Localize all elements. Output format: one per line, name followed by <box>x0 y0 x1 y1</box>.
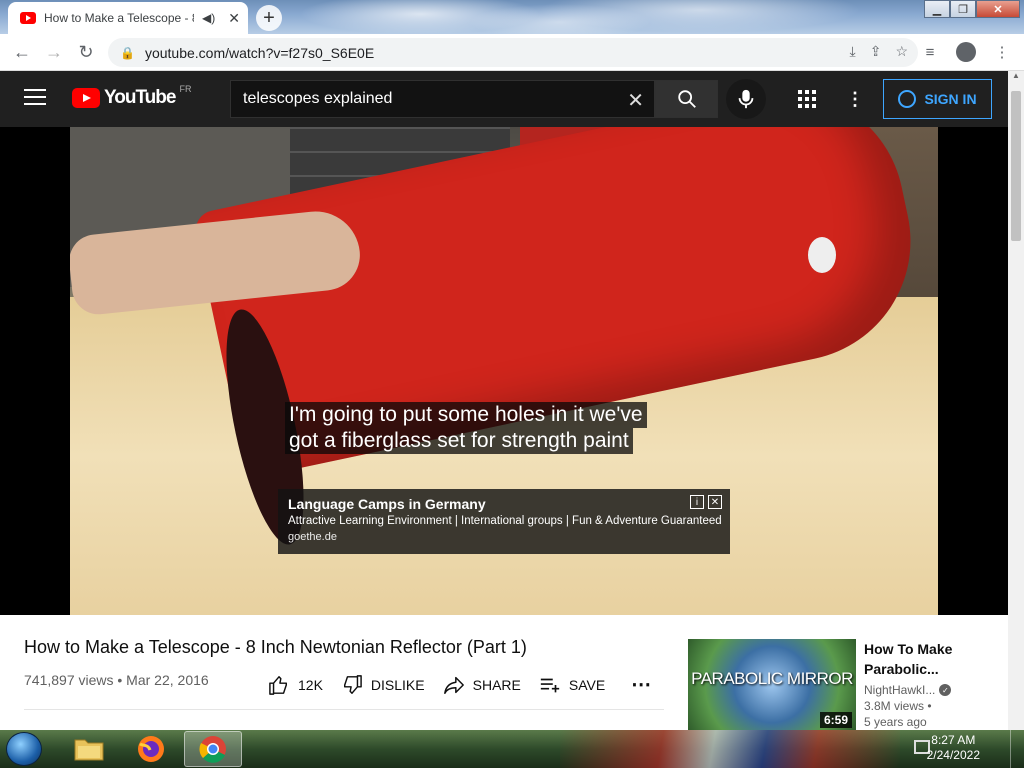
maximize-button[interactable]: ❐ <box>950 0 976 18</box>
start-button[interactable] <box>6 732 42 766</box>
chrome-icon <box>199 736 226 763</box>
dislike-button[interactable]: DISLIKE <box>341 674 425 695</box>
recommended-channel[interactable]: NightHawkI... <box>864 683 935 697</box>
video-scene-tube-hole <box>808 237 836 273</box>
recommended-age: 5 years ago <box>864 715 927 729</box>
clock-time: 8:27 AM <box>931 733 976 747</box>
page-scrollbar[interactable]: ▲ <box>1008 71 1024 730</box>
share-icon[interactable]: ⇪ <box>870 43 882 60</box>
like-button[interactable]: 12K <box>268 675 323 695</box>
country-code: FR <box>179 84 192 94</box>
tab-audio-icon[interactable]: ◀) <box>202 11 215 25</box>
verified-badge-icon: ✓ <box>939 684 952 696</box>
thumbs-up-icon <box>269 675 287 695</box>
sign-in-label: SIGN IN <box>924 91 977 107</box>
more-actions-icon[interactable]: ⋯ <box>631 672 651 697</box>
browser-toolbar: ← → ↻ 🔒 youtube.com/watch?v=f27s0_S6E0E … <box>0 34 1024 71</box>
media-control-icon[interactable]: ≡ <box>916 38 944 66</box>
recommended-views: 3.8M views • <box>864 699 932 713</box>
hamburger-menu-icon[interactable] <box>24 89 46 110</box>
window-close-button[interactable]: ✕ <box>976 0 1020 18</box>
settings-kebab-icon[interactable]: ⋮ <box>846 89 864 110</box>
youtube-play-icon <box>72 88 100 108</box>
thumbnail-text: PARABOLIC MIRROR <box>691 669 853 688</box>
firefox-taskbar-button[interactable] <box>122 731 180 767</box>
scroll-up-arrow-icon[interactable]: ▲ <box>1008 71 1024 87</box>
view-count-date: 741,897 views • Mar 22, 2016 <box>24 672 209 688</box>
browser-tab[interactable]: How to Make a Telescope - 8 Inch Newtoni… <box>8 2 248 34</box>
tab-title: How to Make a Telescope - 8 Inch Newtoni… <box>44 11 194 25</box>
like-count: 12K <box>298 676 323 693</box>
video-duration: 6:59 <box>819 712 852 728</box>
logo-wordmark: YouTube <box>104 87 176 108</box>
address-bar[interactable]: 🔒 youtube.com/watch?v=f27s0_S6E0E ⤓ ⇪ ☆ <box>108 38 918 67</box>
save-playlist-icon <box>540 678 560 692</box>
youtube-favicon-icon <box>20 12 36 24</box>
url-text[interactable]: youtube.com/watch?v=f27s0_S6E0E <box>145 45 374 61</box>
taskbar-clock[interactable]: 8:27 AM 2/24/2022 <box>927 733 980 763</box>
install-icon[interactable]: ⤓ <box>850 43 856 60</box>
taskbar-wallpaper-deco <box>560 730 900 768</box>
account-icon <box>898 90 917 108</box>
windows-taskbar: 8:27 AM 2/24/2022 <box>0 730 1024 768</box>
search-box: ✕ <box>230 80 655 118</box>
profile-avatar-icon <box>956 42 976 62</box>
video-actions: 12K DISLIKE SHARE SAVE ⋯ <box>268 672 651 697</box>
video-player[interactable]: I'm going to put some holes in it we've … <box>0 127 1008 615</box>
share-label: SHARE <box>472 676 521 693</box>
thumbs-down-icon <box>343 674 362 694</box>
youtube-logo[interactable]: YouTube FR <box>72 84 192 109</box>
recommended-video-thumbnail[interactable]: PARABOLIC MIRROR 6:59 <box>688 639 856 730</box>
search-button[interactable] <box>655 80 718 118</box>
video-caption: I'm going to put some holes in it we've … <box>285 402 647 454</box>
scrollbar-thumb[interactable] <box>1011 91 1021 241</box>
folder-icon <box>74 739 104 761</box>
chrome-menu-icon[interactable]: ⋮ <box>988 38 1016 66</box>
reload-icon[interactable]: ↻ <box>70 36 102 68</box>
firefox-icon <box>138 736 164 762</box>
bookmark-star-icon[interactable]: ☆ <box>895 43 908 60</box>
ad-description: Attractive Learning Environment | Intern… <box>288 515 722 527</box>
ad-source[interactable]: goethe.de <box>288 531 720 543</box>
minimize-button[interactable]: ▁ <box>924 0 950 18</box>
clear-search-icon[interactable]: ✕ <box>627 88 644 113</box>
microphone-icon <box>738 89 754 109</box>
ad-info-icon[interactable]: i <box>690 495 704 509</box>
share-arrow-icon <box>443 676 464 694</box>
chrome-taskbar-button[interactable] <box>184 731 242 767</box>
tab-close-icon[interactable]: ✕ <box>228 10 240 27</box>
recommended-title[interactable]: How To Make Parabolic... <box>864 639 1004 679</box>
file-explorer-taskbar-button[interactable] <box>60 731 118 767</box>
save-label: SAVE <box>568 676 606 693</box>
youtube-header: YouTube FR ✕ ⋮ SIGN IN <box>0 71 1008 127</box>
voice-search-button[interactable] <box>726 79 766 119</box>
clock-date: 2/24/2022 <box>926 748 980 762</box>
caption-line-1: I'm going to put some holes in it we've <box>285 402 647 428</box>
window-controls: ▁ ❐ ✕ <box>924 0 1020 18</box>
info-divider <box>24 709 664 710</box>
search-input[interactable] <box>243 90 613 108</box>
apps-grid-icon[interactable] <box>798 90 816 108</box>
sign-in-button[interactable]: SIGN IN <box>883 79 992 119</box>
back-arrow-icon[interactable]: ← <box>6 36 38 68</box>
dislike-label: DISLIKE <box>370 676 425 693</box>
profile-button[interactable] <box>952 38 980 66</box>
search-icon <box>677 90 696 108</box>
overlay-ad[interactable]: Language Camps in Germany Attractive Lea… <box>278 489 730 554</box>
recommended-video-info[interactable]: How To Make Parabolic... NightHawkI... ✓… <box>864 639 1004 729</box>
show-desktop-button[interactable] <box>1010 730 1024 768</box>
caption-line-2: got a fiberglass set for strength paint <box>285 428 633 454</box>
save-button[interactable]: SAVE <box>539 676 605 694</box>
browser-tab-strip: How to Make a Telescope - 8 Inch Newtoni… <box>0 0 1024 34</box>
lock-icon[interactable]: 🔒 <box>120 46 135 60</box>
new-tab-button[interactable]: + <box>256 5 282 31</box>
share-button[interactable]: SHARE <box>443 675 521 695</box>
video-title: How to Make a Telescope - 8 Inch Newtoni… <box>24 637 527 657</box>
forward-arrow-icon[interactable]: → <box>38 36 70 68</box>
ad-headline[interactable]: Language Camps in Germany <box>288 496 720 512</box>
ad-close-icon[interactable]: ✕ <box>708 495 722 509</box>
